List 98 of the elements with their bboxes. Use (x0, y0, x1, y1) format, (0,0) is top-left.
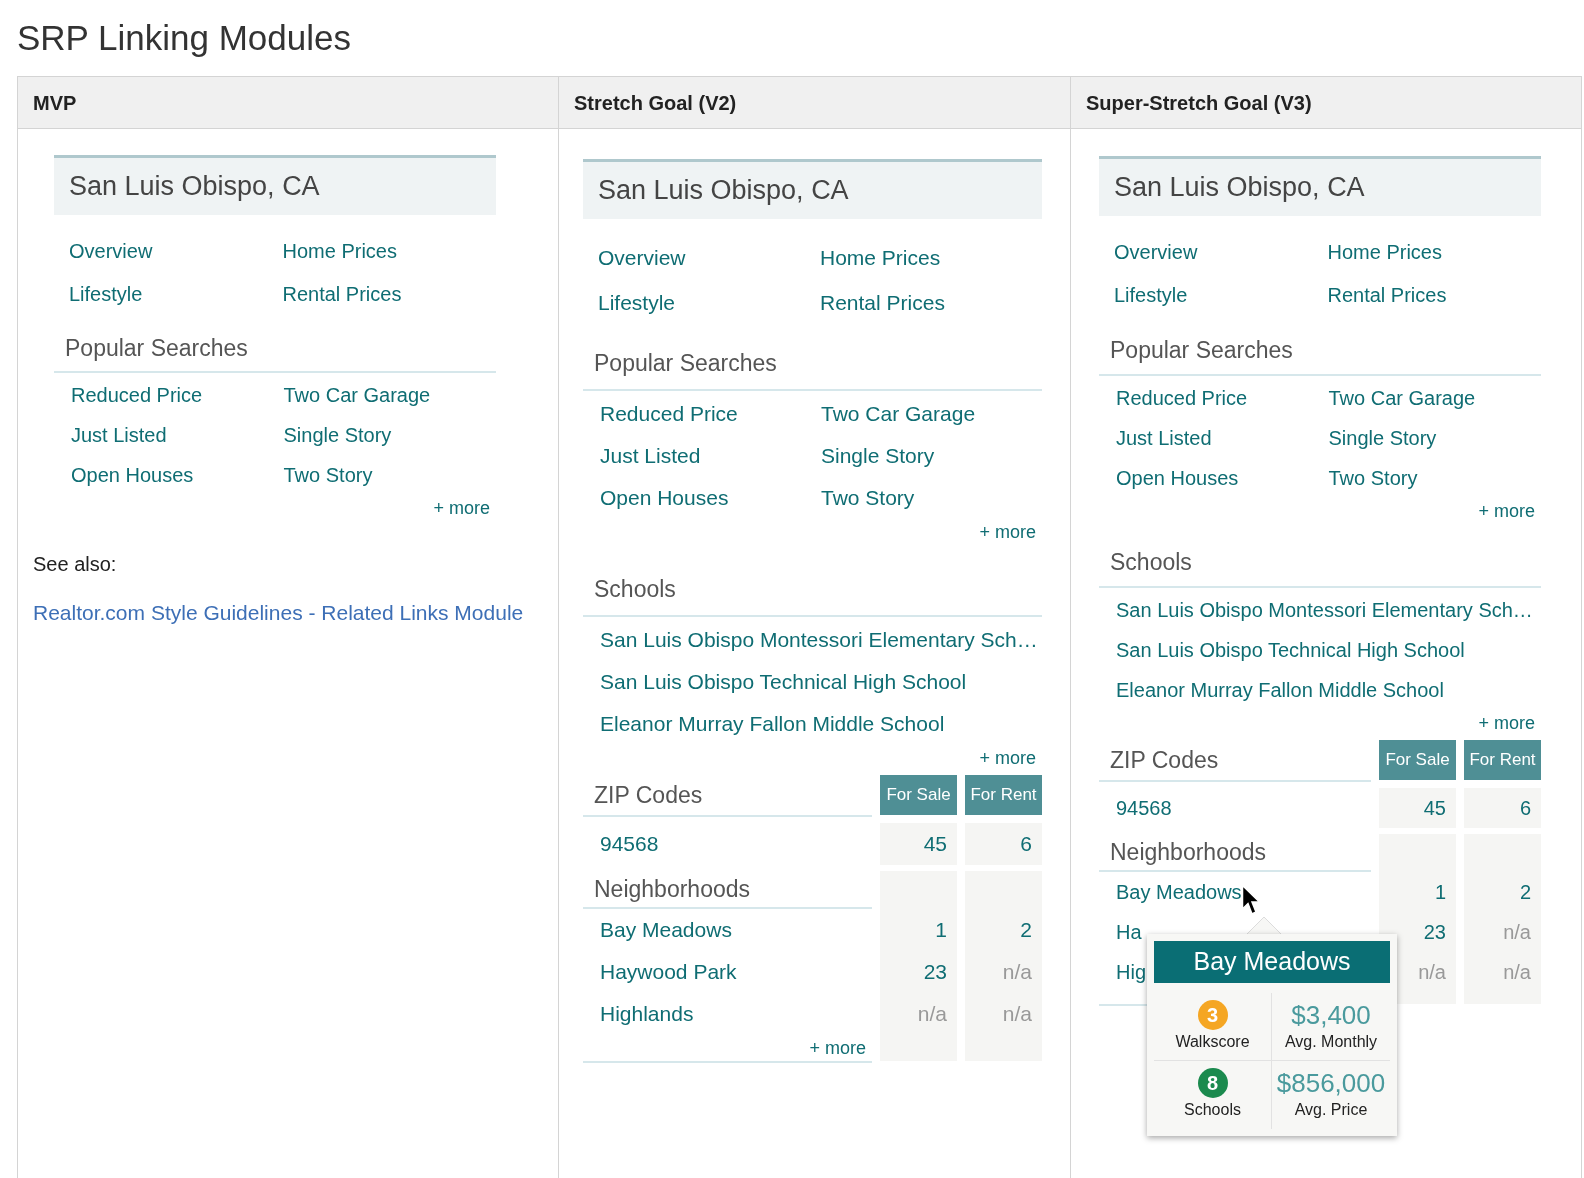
more-link[interactable]: + more (1478, 497, 1535, 525)
location-title: San Luis Obispo, CA (1114, 171, 1365, 205)
count-value: 23 (1423, 920, 1446, 945)
count-value: n/a (1418, 960, 1446, 985)
more-link[interactable]: + more (433, 494, 490, 522)
stat-label: Schools (1184, 1100, 1241, 1120)
search-link[interactable]: Two Car Garage (1328, 383, 1476, 413)
nav-link[interactable]: Home Prices (1327, 236, 1442, 267)
score-badge: 3 (1197, 999, 1228, 1030)
zip-link[interactable]: 94568 (1116, 793, 1172, 823)
nav-link[interactable]: Overview (598, 241, 686, 274)
search-link[interactable]: Two Car Garage (283, 380, 431, 410)
section-heading: Popular Searches (594, 348, 777, 378)
count-value: n/a (1002, 1001, 1032, 1028)
column-header: For Sale (880, 775, 957, 815)
more-link[interactable]: + more (1478, 709, 1535, 737)
neighborhood-link[interactable]: Bay Meadows (600, 914, 732, 946)
search-link[interactable]: Two Story (821, 482, 915, 514)
nav-link[interactable]: Rental Prices (820, 286, 945, 319)
page-title: SRP Linking Modules (17, 16, 351, 59)
section-heading: Schools (1110, 547, 1192, 577)
count-value: n/a (1002, 959, 1032, 986)
location-title: San Luis Obispo, CA (598, 174, 849, 208)
neighborhood-link[interactable]: Haywood Park (600, 956, 737, 988)
nav-link[interactable]: Lifestyle (69, 278, 143, 309)
section-heading: Popular Searches (65, 333, 248, 363)
guidelines-link[interactable]: Realtor.com Style Guidelines - Related Links Module (33, 599, 524, 627)
count-value: 1 (935, 917, 947, 944)
count-value: 23 (923, 959, 947, 986)
school-link[interactable]: Eleanor Murray Fallon Middle School (600, 708, 945, 740)
school-link[interactable]: San Luis Obispo Technical High School (600, 666, 967, 698)
section-heading: ZIP Codes (594, 780, 703, 810)
neighborhood-link[interactable]: Ha (1116, 917, 1142, 947)
search-link[interactable]: Open Houses (71, 460, 194, 490)
nav-link[interactable]: Overview (69, 235, 153, 266)
neighborhood-link[interactable]: Hig (1116, 957, 1146, 987)
count-value: n/a (1503, 920, 1531, 945)
see-also-label: See also: (33, 552, 117, 577)
search-link[interactable]: Just Listed (600, 440, 701, 472)
search-link[interactable]: Open Houses (1116, 463, 1239, 493)
count-value: 45 (923, 831, 947, 858)
price-value: $3,400 (1291, 999, 1371, 1030)
column-heading: MVP (33, 90, 77, 116)
column-heading: Super-Stretch Goal (V3) (1086, 90, 1312, 116)
count-value: n/a (917, 1001, 947, 1028)
nav-link[interactable]: Overview (1114, 236, 1198, 267)
count-value: 2 (1519, 880, 1531, 905)
section-heading: Neighborhoods (594, 874, 750, 904)
school-link[interactable]: Eleanor Murray Fallon Middle School (1116, 675, 1444, 705)
column-header: For Rent (1464, 740, 1541, 780)
search-link[interactable]: Single Story (1328, 423, 1437, 453)
nav-link[interactable]: Home Prices (820, 241, 941, 274)
nav-link[interactable]: Lifestyle (598, 286, 676, 319)
school-link[interactable]: San Luis Obispo Montessori Elementary Sch… (1116, 595, 1533, 625)
neighborhood-link[interactable]: Bay Meadows (1116, 877, 1242, 907)
stat-label: Avg. Monthly (1284, 1031, 1378, 1052)
search-link[interactable]: Reduced Price (600, 398, 738, 430)
column-heading: Stretch Goal (V2) (574, 90, 737, 116)
score-badge: 8 (1197, 1068, 1228, 1098)
section-heading: Popular Searches (1110, 335, 1293, 365)
stat-label: Avg. Price (1294, 1100, 1368, 1120)
nav-link[interactable]: Rental Prices (1327, 279, 1447, 310)
search-link[interactable]: Open Houses (600, 482, 729, 514)
search-link[interactable]: Single Story (283, 420, 392, 450)
mouse-pointer-icon (1241, 884, 1261, 916)
school-link[interactable]: San Luis Obispo Montessori Elementary Sch… (600, 624, 1038, 656)
nav-link[interactable]: Home Prices (282, 235, 397, 266)
count-value: 6 (1020, 831, 1032, 858)
search-link[interactable]: Single Story (821, 440, 935, 472)
section-heading: Schools (594, 574, 676, 604)
more-link[interactable]: + more (979, 744, 1036, 772)
count-value: 45 (1423, 796, 1446, 821)
price-value: $856,000 (1276, 1068, 1386, 1098)
search-link[interactable]: Reduced Price (1116, 383, 1248, 413)
more-link[interactable]: + more (809, 1034, 866, 1062)
search-link[interactable]: Just Listed (1116, 423, 1212, 453)
count-value: n/a (1503, 960, 1531, 985)
search-link[interactable]: Two Car Garage (821, 398, 976, 430)
column-header: For Sale (1379, 740, 1456, 780)
section-heading: ZIP Codes (1110, 745, 1219, 775)
count-value: 6 (1519, 796, 1531, 821)
search-link[interactable]: Two Story (1328, 463, 1418, 493)
location-title: San Luis Obispo, CA (69, 170, 320, 204)
nav-link[interactable]: Lifestyle (1114, 279, 1188, 310)
more-link[interactable]: + more (979, 518, 1036, 546)
neighborhood-link[interactable]: Highlands (600, 998, 694, 1030)
search-link[interactable]: Just Listed (71, 420, 167, 450)
search-link[interactable]: Reduced Price (71, 380, 203, 410)
nav-link[interactable]: Rental Prices (282, 278, 402, 309)
search-link[interactable]: Two Story (283, 460, 373, 490)
count-value: 1 (1434, 880, 1446, 905)
count-value: 2 (1020, 917, 1032, 944)
stat-label: Walkscore (1175, 1031, 1250, 1052)
zip-link[interactable]: 94568 (600, 828, 659, 860)
popup-title: Bay Meadows (1154, 941, 1390, 983)
section-heading: Neighborhoods (1110, 837, 1266, 867)
school-link[interactable]: San Luis Obispo Technical High School (1116, 635, 1465, 665)
column-header: For Rent (965, 775, 1042, 815)
